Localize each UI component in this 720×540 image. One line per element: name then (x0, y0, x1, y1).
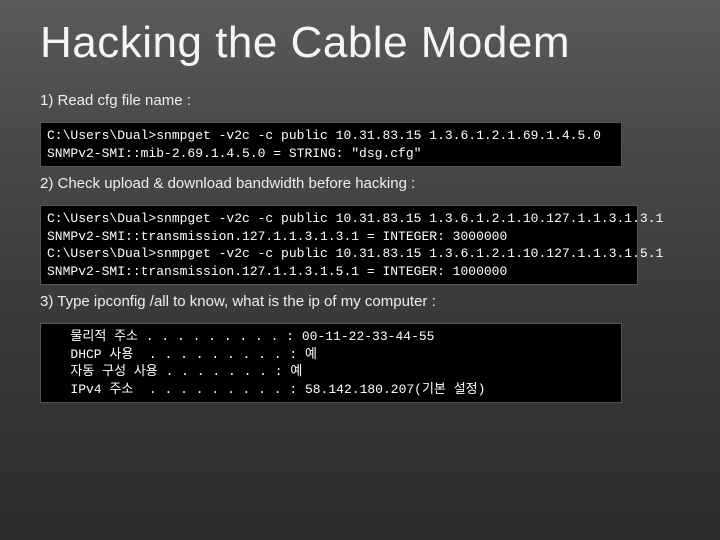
step-3-label: 3) Type ipconfig /all to know, what is t… (40, 293, 680, 310)
terminal-output-1: C:\Users\Dual>snmpget -v2c -c public 10.… (40, 122, 622, 167)
page-title: Hacking the Cable Modem (40, 18, 680, 68)
step-2-label: 2) Check upload & download bandwidth bef… (40, 175, 680, 192)
terminal-output-2: C:\Users\Dual>snmpget -v2c -c public 10.… (40, 205, 638, 285)
step-1-label: 1) Read cfg file name : (40, 92, 680, 109)
slide: Hacking the Cable Modem 1) Read cfg file… (0, 0, 720, 540)
terminal-output-3: 물리적 주소 . . . . . . . . . : 00-11-22-33-4… (40, 323, 622, 403)
